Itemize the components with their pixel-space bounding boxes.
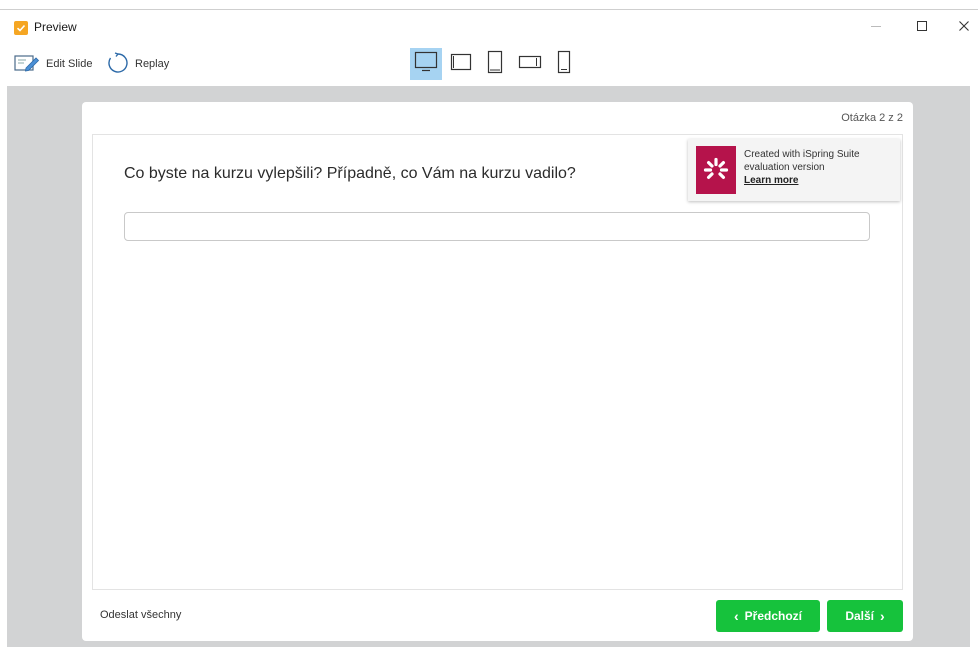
desktop-view-button[interactable] [410, 48, 442, 80]
promo-line-1: Created with iSpring Suite [744, 149, 860, 160]
replay-label: Replay [135, 58, 170, 70]
slide-card: Otázka 2 z 2 Co byste na kurzu vylepšili… [82, 102, 913, 641]
phone-portrait-icon [557, 50, 571, 79]
question-text: Co byste na kurzu vylepšili? Případně, c… [124, 165, 576, 182]
tablet-portrait-view-button[interactable] [479, 48, 511, 80]
submit-all-link[interactable]: Odeslat všechny [100, 609, 181, 621]
next-button[interactable]: Další › [827, 600, 903, 632]
replay-icon [107, 51, 129, 77]
tablet-landscape-icon [450, 53, 472, 76]
edit-slide-label: Edit Slide [46, 58, 93, 70]
app-check-icon [14, 21, 28, 35]
replay-button[interactable]: Replay [107, 50, 169, 78]
close-button[interactable] [950, 14, 978, 38]
maximize-button[interactable] [908, 14, 936, 38]
toolbar: Edit Slide Replay [0, 42, 978, 86]
previous-button[interactable]: ‹ Předchozí [716, 600, 820, 632]
preview-stage: Otázka 2 z 2 Co byste na kurzu vylepšili… [7, 86, 970, 647]
question-panel: Co byste na kurzu vylepšili? Případně, c… [92, 134, 903, 590]
tablet-landscape-view-button[interactable] [445, 48, 477, 80]
tablet-portrait-icon [487, 50, 503, 79]
desktop-icon [414, 51, 438, 78]
learn-more-link[interactable]: Learn more [744, 174, 860, 187]
chevron-right-icon: › [880, 608, 885, 624]
edit-slide-button[interactable]: Edit Slide [14, 50, 92, 78]
answer-input[interactable] [124, 212, 870, 241]
phone-landscape-view-button[interactable] [514, 48, 546, 80]
next-label: Další [845, 609, 874, 623]
promo-line-2: evaluation version [744, 162, 825, 173]
chevron-left-icon: ‹ [733, 608, 739, 624]
phone-portrait-view-button[interactable] [548, 48, 580, 80]
edit-slide-icon [14, 53, 40, 76]
window-title: Preview [34, 20, 77, 34]
phone-landscape-icon [518, 55, 542, 74]
slide-footer: Odeslat všechny ‹ Předchozí Další › [82, 593, 913, 641]
minimize-button[interactable] [862, 14, 890, 38]
previous-label: Předchozí [744, 609, 803, 623]
title-bar: Preview [0, 10, 978, 42]
ispring-promo-banner[interactable]: Created with iSpring Suite evaluation ve… [688, 139, 900, 201]
ispring-logo-icon [696, 146, 736, 194]
question-counter: Otázka 2 z 2 [841, 112, 903, 124]
